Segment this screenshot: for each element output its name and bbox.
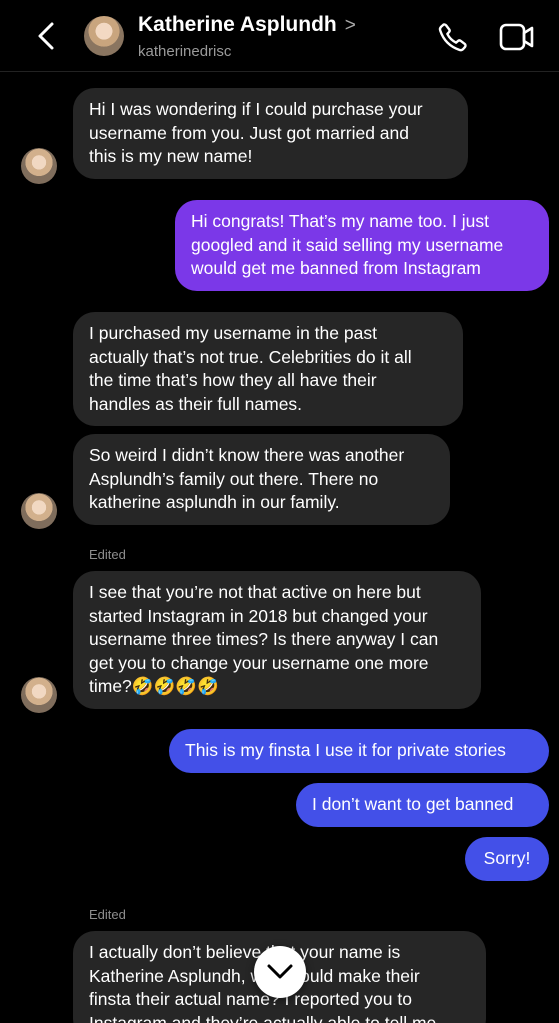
message-text: Instagram and they’re actually able to t… <box>89 1012 437 1023</box>
chevron-down-icon <box>267 964 293 979</box>
message-text: username three times? Is there anyway I … <box>89 629 439 649</box>
phone-icon <box>438 23 467 52</box>
message-text: This is my finsta I use it for private s… <box>185 740 506 760</box>
message-text: this is my new name! <box>89 146 253 166</box>
message-bubble-received[interactable]: I purchased my username in the past actu… <box>73 312 463 426</box>
message-text: googled and it said selling my username <box>191 234 504 255</box>
call-button[interactable] <box>436 20 470 54</box>
contact-avatar[interactable] <box>84 16 124 56</box>
chevron-right-icon: > <box>344 15 356 36</box>
message-text: I don’t want to get banned <box>312 794 514 814</box>
message-text: katherine asplundh in our family. <box>89 492 340 512</box>
message-text: Hi I was wondering if I could purchase y… <box>89 99 423 119</box>
back-button[interactable] <box>30 18 64 54</box>
message-text: get you to change your username one more <box>89 652 429 673</box>
message-text: handles as their full names. <box>89 393 303 414</box>
message-text: started Instagram in 2018 but changed yo… <box>89 605 428 626</box>
message-text: time?🤣🤣🤣🤣 <box>89 676 219 696</box>
edited-label: Edited <box>89 547 126 562</box>
message-text: username from you. Just got married and <box>89 122 410 143</box>
message-text: So weird I didn’t know there was another <box>89 445 405 465</box>
sender-avatar[interactable] <box>21 677 57 713</box>
contact-name[interactable]: Katherine Asplundh > <box>138 13 356 37</box>
message-text: actually that’s not true. Celebrities do… <box>89 346 412 367</box>
scroll-to-bottom-button[interactable] <box>254 946 306 998</box>
message-text: I purchased my username in the past <box>89 323 377 343</box>
message-bubble-sent[interactable]: Sorry! <box>465 837 549 881</box>
edited-label: Edited <box>89 907 126 922</box>
message-bubble-sent[interactable]: Hi congrats! That’s my name too. I just … <box>175 200 549 291</box>
message-text: Asplundh’s family out there. There no <box>89 468 379 489</box>
chevron-left-icon <box>38 22 54 50</box>
video-camera-icon <box>499 23 534 51</box>
message-text: the time that’s how they all have their <box>89 370 377 390</box>
sender-avatar[interactable] <box>21 493 57 529</box>
message-text: Hi congrats! That’s my name too. I just <box>191 211 489 231</box>
message-bubble-received[interactable]: I see that you’re not that active on her… <box>73 571 481 709</box>
sender-avatar[interactable] <box>21 148 57 184</box>
contact-username: katherinedrisc <box>138 43 232 60</box>
message-bubble-sent[interactable]: This is my finsta I use it for private s… <box>169 729 549 773</box>
message-text: would get me banned from Instagram <box>191 258 481 278</box>
message-bubble-sent[interactable]: I don’t want to get banned <box>296 783 549 827</box>
chat-header: Katherine Asplundh > katherinedrisc <box>0 0 559 72</box>
message-text: I see that you’re not that active on her… <box>89 582 421 602</box>
contact-name-text: Katherine Asplundh <box>138 13 337 36</box>
video-call-button[interactable] <box>498 20 536 54</box>
message-bubble-received[interactable]: Hi I was wondering if I could purchase y… <box>73 88 468 179</box>
message-text: Sorry! <box>483 848 531 868</box>
message-bubble-received[interactable]: So weird I didn’t know there was another… <box>73 434 450 525</box>
